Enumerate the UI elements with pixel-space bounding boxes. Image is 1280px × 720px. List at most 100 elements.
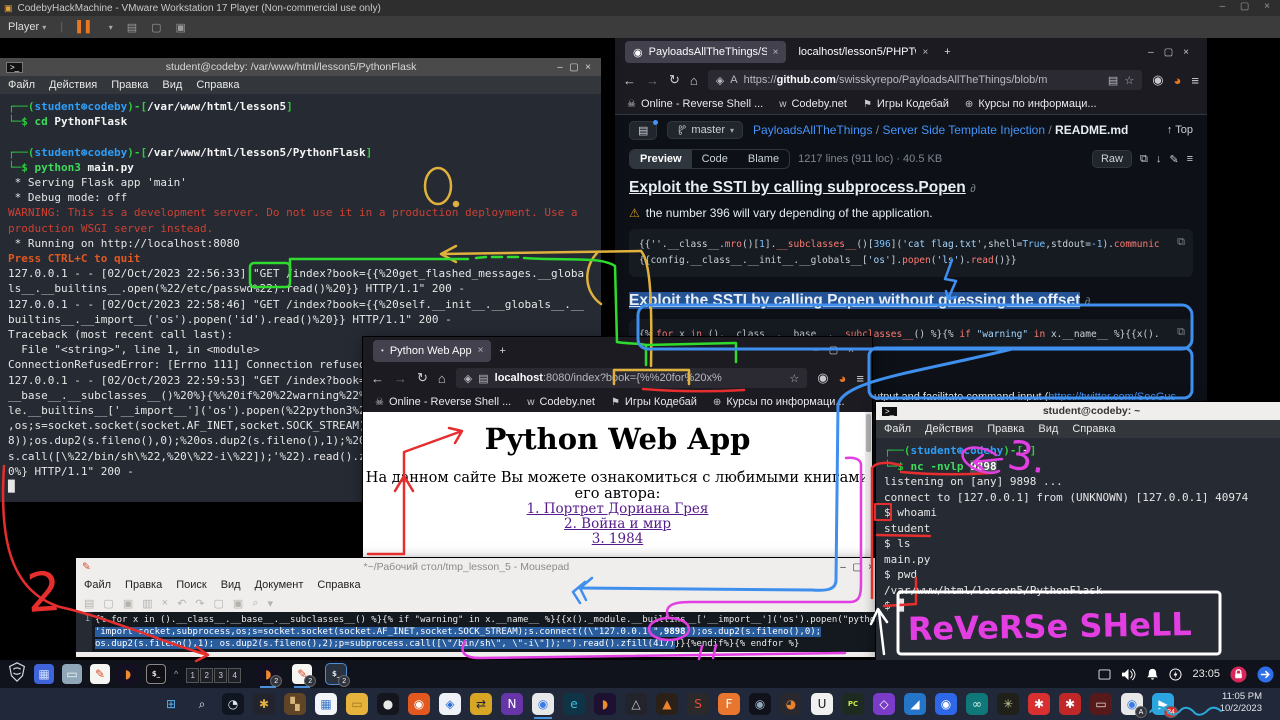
menu-item[interactable]: Действия (925, 423, 973, 435)
drawio-icon[interactable]: ⇄ (470, 693, 492, 715)
reload-icon[interactable]: ↻ (417, 370, 428, 386)
minimize-icon[interactable]: – (836, 562, 850, 573)
resolve-icon[interactable]: △ (625, 693, 647, 715)
raw-button[interactable]: Raw (1092, 150, 1132, 168)
menu-item[interactable]: 3 (214, 668, 227, 683)
fullscreen-icon[interactable]: ▢ (151, 21, 161, 34)
mousepad-editor[interactable]: 1 {% for x in ().__class__.__base__.__su… (76, 612, 884, 652)
url-bar[interactable]: ◈ A https://github.com/swisskyrepo/Paylo… (708, 70, 1142, 90)
menu-item[interactable]: Файл (8, 79, 35, 91)
forward-icon[interactable]: → (394, 371, 407, 386)
extension-icon[interactable]: ◕ (839, 371, 847, 386)
file-explorer-icon[interactable]: ▭ (346, 693, 368, 715)
menu-item[interactable]: 1 (186, 668, 199, 683)
virtualbox-icon[interactable]: ◈ (439, 693, 461, 715)
menu-item[interactable]: Правка (125, 579, 162, 591)
new-tab-button[interactable]: + (499, 345, 505, 357)
link-icon[interactable]: ∂ (1085, 296, 1090, 308)
bookmark-star-icon[interactable]: ☆ (1124, 74, 1134, 87)
vmware-window-controls[interactable]: – ▢ × (1220, 1, 1276, 12)
speedtest-icon[interactable]: ◔ (222, 693, 244, 715)
send-keys-icon[interactable]: ▤ (127, 21, 137, 34)
notification-bell-icon[interactable] (1146, 668, 1159, 681)
book-link-2[interactable]: 2. Война и мир (363, 517, 872, 532)
extension-icon[interactable]: ◕ (1174, 73, 1182, 88)
book-link-1[interactable]: 1. Портрет Дориана Грея (363, 502, 872, 517)
tracking-shield-icon[interactable]: ◈ (716, 74, 724, 87)
tab-close-icon[interactable]: × (922, 47, 928, 58)
menu-item[interactable]: × (162, 597, 168, 609)
terminal-titlebar[interactable]: >_ student@codeby: ~ (876, 402, 1280, 420)
maximize-icon[interactable]: ▢ (567, 62, 581, 73)
obs-icon[interactable]: ◉ (749, 693, 771, 715)
code-block-subprocess[interactable]: {{''.__class__.mro()[1].__subclasses__()… (629, 229, 1193, 277)
edit-pencil-icon[interactable]: ✎ (1169, 153, 1178, 166)
ubuntu-icon[interactable]: ◉ (408, 693, 430, 715)
firefox-icon[interactable]: ◗ (594, 693, 616, 715)
screen-lock-icon[interactable] (1230, 666, 1247, 683)
file-manager-icon[interactable]: ▦ (34, 664, 54, 684)
download-icon[interactable]: ↓ (1156, 153, 1162, 165)
logout-icon[interactable] (1257, 666, 1274, 683)
tab-close-icon[interactable]: × (773, 47, 779, 58)
branch-selector[interactable]: master▾ (667, 121, 743, 139)
copy-icon[interactable]: ⧉ (1140, 153, 1148, 166)
copy-code-icon[interactable]: ⧉ (1177, 325, 1185, 339)
chrome-icon[interactable]: ◉ (532, 693, 554, 715)
mousepad-window-icon[interactable]: ✎2 (292, 664, 312, 684)
book-link-3[interactable]: 3. 1984 (363, 532, 872, 547)
carrot-app-icon[interactable]: ▲ (656, 693, 678, 715)
menu-item[interactable]: ▣ (123, 597, 133, 610)
menu-item[interactable]: ▾ (267, 597, 273, 610)
bookmark[interactable]: ☠Online - Reverse Shell ... (627, 98, 763, 110)
wasp-app-icon[interactable]: ✳ (997, 693, 1019, 715)
calendar-icon[interactable]: ▦ (315, 693, 337, 715)
minimize-icon[interactable]: – (553, 62, 567, 73)
bookmark[interactable]: ☠Online - Reverse Shell ... (375, 396, 511, 408)
home-icon[interactable]: ⌂ (690, 73, 698, 88)
menu-item[interactable]: Поиск (176, 579, 206, 591)
menu-item[interactable]: Файл (884, 423, 911, 435)
photos-icon[interactable]: ▚ (284, 693, 306, 715)
menu-item[interactable]: Файл (84, 579, 111, 591)
breadcrumb-folder[interactable]: Server Side Template Injection (882, 123, 1045, 137)
windows-clock[interactable]: 11:05 PM 10/2/2023 (1220, 691, 1262, 715)
pocket-icon[interactable]: ◉ (1152, 72, 1163, 88)
menu-item[interactable]: Справка (1072, 423, 1115, 435)
menu-item[interactable]: Справка (196, 79, 239, 91)
reader-icon[interactable]: ▤ (1108, 74, 1118, 87)
onenote-icon[interactable]: N (501, 693, 523, 715)
firefox-icon[interactable]: ◗ (118, 664, 138, 684)
pycharm-icon[interactable]: PC (842, 693, 864, 715)
sublime-icon[interactable]: S (687, 693, 709, 715)
menu-item[interactable]: Действия (49, 79, 97, 91)
blender-icon[interactable]: ◕ (780, 693, 802, 715)
window-controls[interactable]: –▢× (1148, 47, 1199, 58)
bookmark[interactable]: ⚑Игры Кодебай (863, 98, 949, 110)
scrollbar[interactable] (865, 412, 872, 560)
folder-icon[interactable]: ▭ (62, 664, 82, 684)
firefox-window-icon[interactable]: ◗2 (258, 664, 278, 684)
bookmark[interactable]: ⚑Игры Кодебай (611, 396, 697, 408)
edge-icon[interactable]: e (563, 693, 585, 715)
window-tray-icon[interactable] (1098, 669, 1111, 680)
menu-item[interactable]: 2 (200, 668, 213, 683)
menu-item[interactable]: Документ (255, 579, 304, 591)
menu-item[interactable]: Справка (317, 579, 360, 591)
chevron-up-icon[interactable]: ^ (174, 669, 178, 679)
menu-item[interactable]: 4 (228, 668, 241, 683)
breadcrumb-repo[interactable]: PayloadsAllTheThings (753, 123, 872, 137)
pause-button[interactable]: ▌▌ (77, 21, 95, 33)
tab-code[interactable]: Code (692, 150, 738, 168)
mousepad-titlebar[interactable]: ✎ *~/Рабочий стол/tmp_lesson_5 - Mousepa… (76, 558, 884, 576)
reload-icon[interactable]: ↻ (669, 72, 680, 88)
menu-item[interactable]: ⌕ (252, 597, 258, 610)
menu-item[interactable]: Правка (987, 423, 1024, 435)
unreal-icon[interactable]: U (811, 693, 833, 715)
media-app-icon[interactable]: ▭ (1090, 693, 1112, 715)
start-icon[interactable]: ⊞ (160, 693, 182, 715)
close-icon[interactable]: × (581, 62, 595, 73)
menu-item[interactable]: Вид (221, 579, 241, 591)
menu-item[interactable]: Вид (162, 79, 182, 91)
telegram-icon[interactable]: ▶34 (1152, 693, 1174, 715)
